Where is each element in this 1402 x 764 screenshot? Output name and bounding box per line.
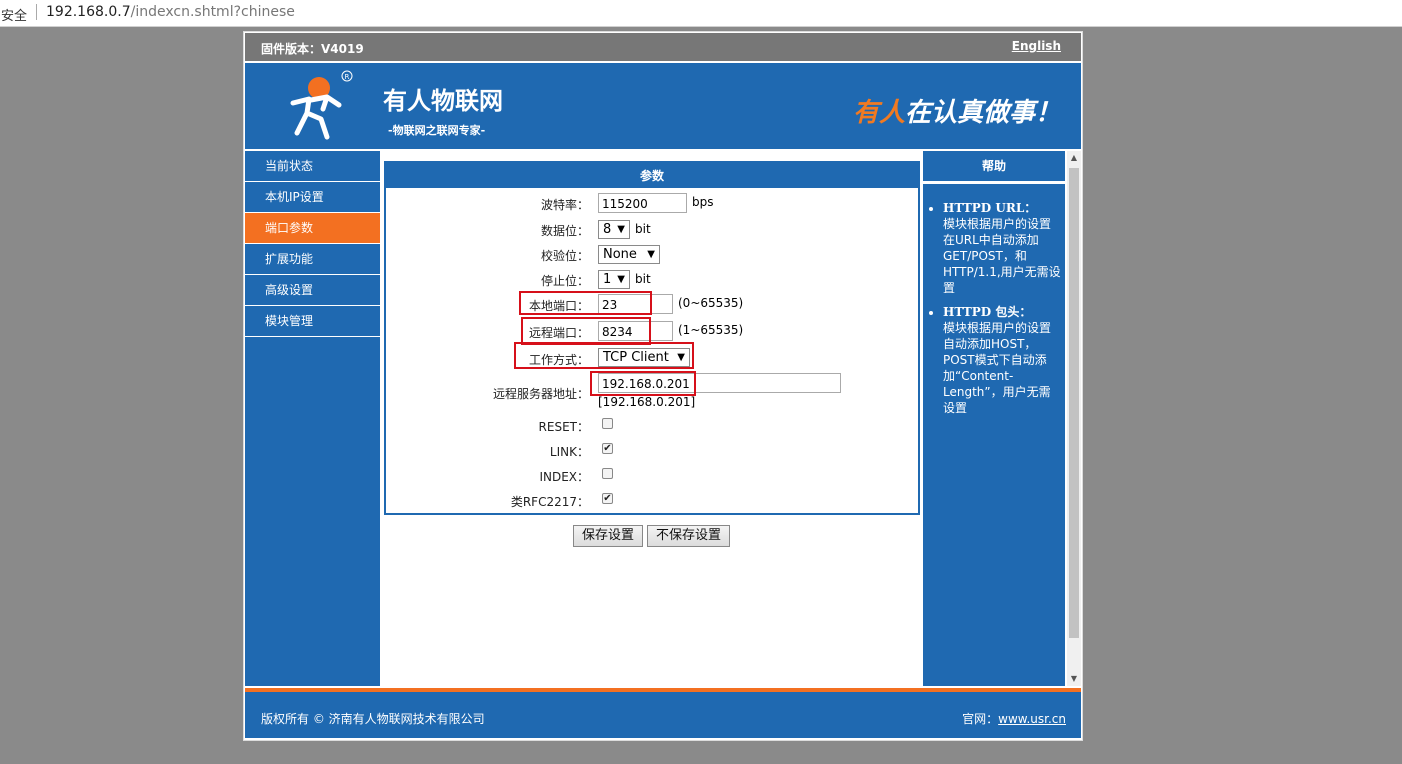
svg-text:R: R: [345, 73, 350, 81]
sidebar-item-port-params[interactable]: 端口参数: [245, 213, 380, 244]
footer: 版权所有 © 济南有人物联网技术有限公司 官网：www.usr.cn: [245, 688, 1081, 738]
baud-label: 波特率：: [540, 198, 589, 212]
website-label: 官网：: [962, 712, 999, 726]
scroll-down-icon[interactable]: ▼: [1067, 672, 1081, 686]
website-link[interactable]: www.usr.cn: [998, 712, 1066, 726]
server-address-current: [192.168.0.201]: [598, 395, 696, 409]
baud-rate-input[interactable]: 115200: [598, 193, 687, 213]
params-panel: 参数 波特率： 115200 bps 数据位： 8 ▼ bit 校验位： None…: [384, 161, 920, 515]
server-address-label: 远程服务器地址：: [492, 387, 589, 401]
sidebar-item-status[interactable]: 当前状态: [245, 151, 380, 182]
chevron-down-icon: ▼: [617, 274, 625, 285]
brand-tagline: -物联网之联网专家-: [388, 124, 486, 137]
url-host: 192.168.0.7: [46, 4, 131, 20]
help-item-head: HTTPD URL：: [943, 201, 1037, 215]
reset-checkbox[interactable]: [602, 418, 613, 429]
highlight-work-mode: [514, 342, 694, 369]
databits-select[interactable]: 8 ▼: [598, 220, 630, 239]
sidebar-nav: 当前状态 本机IP设置 端口参数 扩展功能 高级设置 模块管理: [245, 151, 380, 686]
databits-unit: bit: [635, 222, 651, 236]
address-divider: [36, 4, 37, 20]
parity-select[interactable]: None ▼: [598, 245, 660, 264]
help-scrollbar[interactable]: ▲ ▼: [1067, 151, 1081, 686]
security-label: 安全: [1, 9, 28, 24]
help-item-body: 模块根据用户的设置在URL中自动添加GET/POST，和HTTP/1.1,用户无…: [943, 217, 1061, 295]
help-title: 帮助: [923, 151, 1065, 184]
databits-label: 数据位：: [540, 224, 589, 238]
url-path: /indexcn.shtml?chinese: [130, 4, 295, 20]
baud-unit: bps: [692, 195, 714, 209]
stopbits-unit: bit: [635, 272, 651, 286]
help-item: HTTPD URL： 模块根据用户的设置在URL中自动添加GET/POST，和HT…: [943, 200, 1061, 296]
slogan-orange: 有人: [852, 98, 905, 128]
discard-button[interactable]: 不保存设置: [647, 525, 730, 547]
top-bar: 固件版本：V4019 English: [245, 33, 1081, 61]
running-man-logo-icon: R: [290, 70, 353, 140]
header-banner: R 有人物联网 -物联网之联网专家- 有人在认真做事！: [245, 63, 1081, 149]
copyright-text: 版权所有 © 济南有人物联网技术有限公司: [261, 712, 485, 726]
parity-label: 校验位：: [540, 249, 589, 263]
stopbits-select[interactable]: 1 ▼: [598, 270, 630, 289]
brand-name: 有人物联网: [383, 87, 503, 115]
chevron-down-icon: ▼: [647, 249, 655, 260]
reset-label: RESET：: [538, 420, 589, 434]
slogan-white: 在认真做事！: [904, 98, 1061, 128]
highlight-local-port: [519, 291, 652, 315]
link-label: LINK：: [549, 445, 589, 459]
slogan: 有人在认真做事！: [853, 92, 1061, 129]
parity-value: None: [603, 247, 637, 262]
help-panel: 帮助 HTTPD URL： 模块根据用户的设置在URL中自动添加GET/POST，…: [923, 151, 1065, 686]
help-item-body: 模块根据用户的设置自动添加HOST，POST模式下自动添加“Content-Le…: [943, 321, 1052, 415]
chevron-down-icon: ▼: [617, 224, 625, 235]
local-port-range: (0~65535): [678, 296, 744, 310]
url-text[interactable]: 192.168.0.7/indexcn.shtml?chinese: [46, 4, 295, 20]
browser-address-bar[interactable]: 安全 192.168.0.7/indexcn.shtml?chinese: [0, 0, 1402, 27]
firmware-version: 固件版本：V4019: [261, 42, 364, 56]
help-item: HTTPD 包头： 模块根据用户的设置自动添加HOST，POST模式下自动添加“C…: [943, 304, 1061, 416]
index-checkbox[interactable]: [602, 468, 613, 479]
website: 官网：www.usr.cn: [962, 710, 1066, 727]
rfc2217-label: 类RFC2217：: [510, 495, 589, 509]
sidebar-item-advanced[interactable]: 高级设置: [245, 275, 380, 306]
highlight-server-address: [590, 371, 696, 396]
sidebar-item-module-mgmt[interactable]: 模块管理: [245, 306, 380, 337]
help-item-head: HTTPD 包头：: [943, 305, 1032, 319]
device-web-page: 固件版本：V4019 English R 有人物联网 -物联网之联网专家- 有人…: [243, 31, 1083, 741]
scroll-thumb[interactable]: [1069, 168, 1079, 638]
index-label: INDEX：: [539, 470, 589, 484]
panel-title: 参数: [386, 161, 918, 188]
databits-value: 8: [603, 222, 612, 237]
stopbits-label: 停止位：: [540, 274, 589, 288]
scroll-up-icon[interactable]: ▲: [1067, 151, 1081, 165]
sidebar-item-ip-settings[interactable]: 本机IP设置: [245, 182, 380, 213]
save-button[interactable]: 保存设置: [573, 525, 643, 547]
remote-port-range: (1~65535): [678, 323, 744, 337]
sidebar-item-extensions[interactable]: 扩展功能: [245, 244, 380, 275]
highlight-remote-port: [521, 317, 651, 345]
rfc2217-checkbox[interactable]: ✔: [602, 493, 613, 504]
help-list: HTTPD URL： 模块根据用户的设置在URL中自动添加GET/POST，和HT…: [923, 184, 1065, 416]
link-checkbox[interactable]: ✔: [602, 443, 613, 454]
stopbits-value: 1: [603, 272, 612, 287]
english-link[interactable]: English: [1012, 39, 1061, 53]
